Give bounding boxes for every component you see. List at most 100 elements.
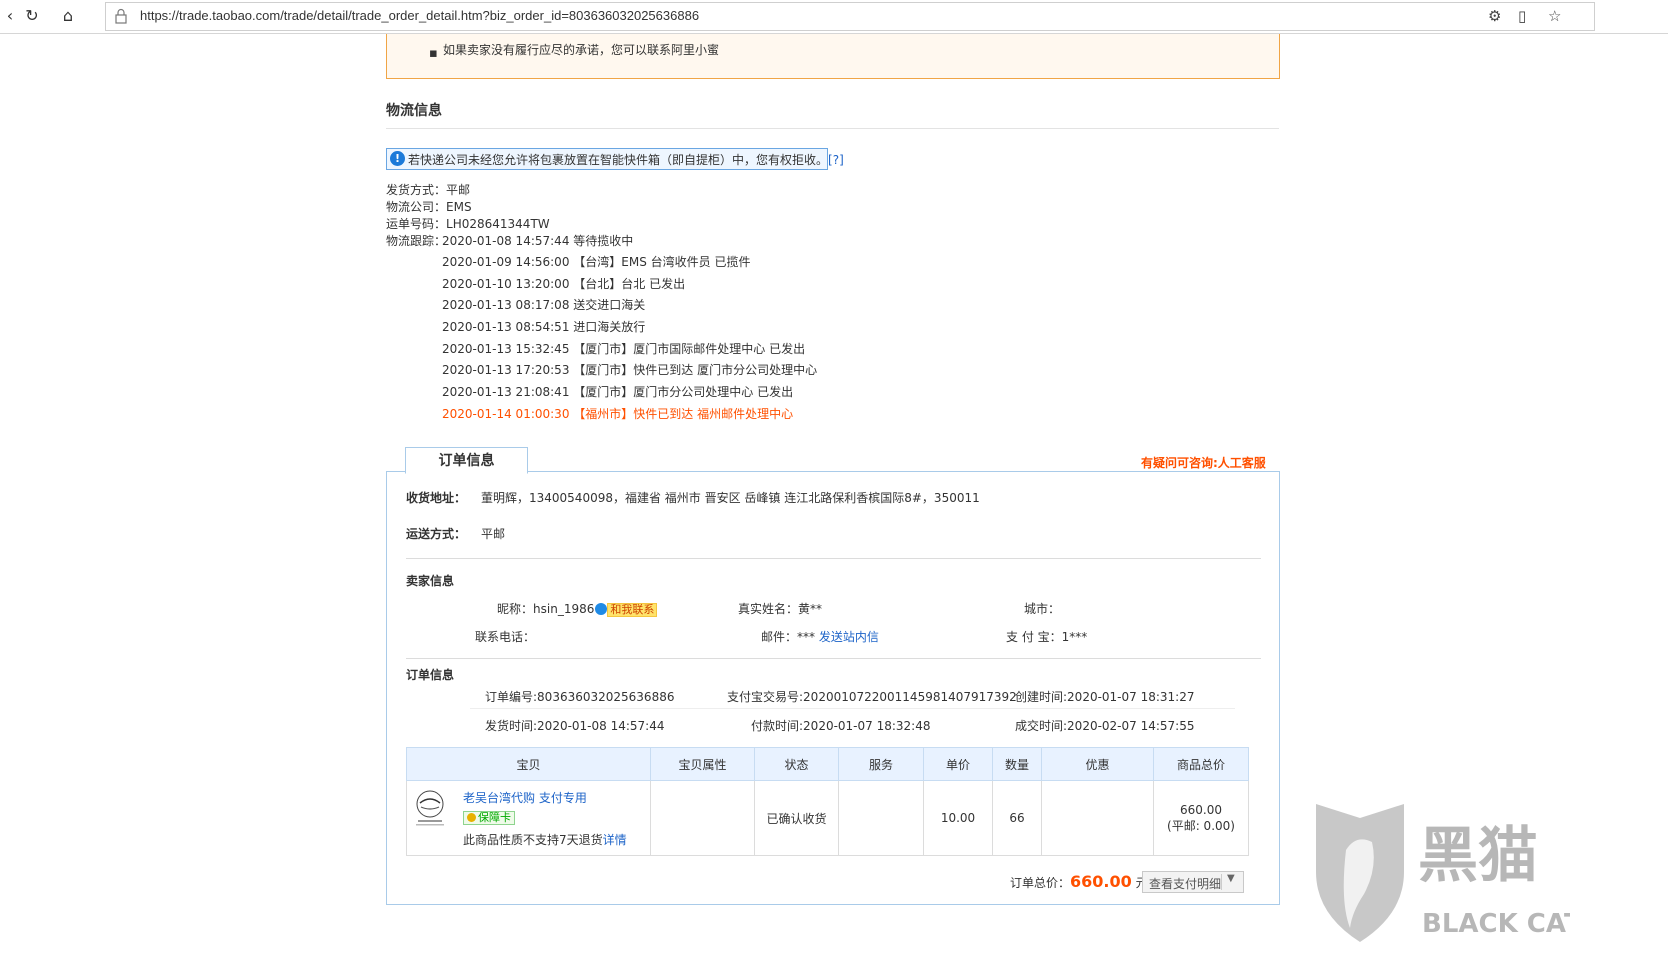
total-label: 订单总价： bbox=[1010, 876, 1071, 890]
page-content: ▪ 如果卖家没有履行应尽的承诺，您可以联系阿里小蜜 物流信息 ! 若快递公司未经… bbox=[0, 34, 1668, 971]
company-value: EMS bbox=[446, 200, 472, 214]
seller-mail: 邮件：*** 发送站内信 bbox=[761, 628, 879, 645]
wangwang-icon[interactable] bbox=[595, 603, 608, 615]
seller-alipay: 支 付 宝：1*** bbox=[1006, 628, 1087, 645]
return-policy-details-link[interactable]: 详情 bbox=[603, 833, 627, 847]
created-time: 创建时间:2020-01-07 18:31:27 bbox=[1015, 690, 1195, 704]
table-row: 老吴台湾代购 支付专用 保障卡 此商品性质不支持7天退货详情 已确认收货 10.… bbox=[406, 780, 1249, 856]
trace-item: 2020-01-10 13:20:00 【台北】台北 已发出 bbox=[442, 277, 686, 291]
col-discount: 优惠 bbox=[1041, 747, 1154, 781]
nick-value: hsin_1986 bbox=[533, 602, 595, 616]
item-name-link[interactable]: 老吴台湾代购 支付专用 bbox=[463, 789, 587, 806]
url-text[interactable]: https://trade.taobao.com/trade/detail/tr… bbox=[140, 8, 699, 23]
badge-label: 保障卡 bbox=[478, 811, 511, 824]
col-total: 商品总价 bbox=[1153, 747, 1249, 781]
trace-label: 物流跟踪： bbox=[386, 234, 447, 248]
dropdown-separator bbox=[1221, 874, 1222, 890]
trace-item: 2020-01-13 08:54:51 进口海关放行 bbox=[442, 320, 646, 334]
company-label: 物流公司： bbox=[386, 200, 447, 214]
address-value: 董明辉，13400540098，福建省 福州市 晋安区 岳峰镇 连江北路保利香槟… bbox=[481, 491, 980, 505]
payment-detail-dropdown[interactable]: 查看支付明细 ▼ bbox=[1142, 871, 1244, 893]
alipay-value: 1*** bbox=[1061, 630, 1088, 644]
col-price: 单价 bbox=[923, 747, 993, 781]
item-total: 660.00 bbox=[1180, 802, 1222, 817]
section-divider bbox=[386, 128, 1279, 129]
contact-me-button[interactable]: 和我联系 bbox=[607, 603, 658, 617]
realname-value: 黄** bbox=[798, 602, 823, 616]
return-policy-text: 此商品性质不支持7天退货 bbox=[463, 833, 603, 847]
item-attr bbox=[650, 780, 755, 856]
return-policy-note: 此商品性质不支持7天退货详情 bbox=[463, 831, 627, 848]
black-cat-watermark: 黑猫 BLACK CAT bbox=[1316, 804, 1570, 942]
back-icon[interactable]: ‹ bbox=[0, 6, 20, 26]
notice-text: 如果卖家没有履行应尽的承诺，您可以联系阿里小蜜 bbox=[443, 43, 720, 57]
guarantee-icon bbox=[467, 813, 476, 822]
ship-method-row: 发货方式：平邮 bbox=[386, 181, 470, 198]
seller-info-title: 卖家信息 bbox=[406, 574, 455, 588]
extension-icon[interactable]: ⚙ bbox=[1488, 7, 1501, 25]
col-item: 宝贝 bbox=[406, 747, 651, 781]
guarantee-badge[interactable]: 保障卡 bbox=[463, 811, 515, 825]
item-shipping-note: (平邮: 0.00) bbox=[1167, 818, 1235, 833]
realname-label: 真实姓名： bbox=[738, 602, 799, 616]
tip-text: 若快递公司未经您允许将包裹放置在智能快件箱（即自提柜）中，您有权拒收。 bbox=[408, 153, 829, 167]
goods-table: 宝贝 宝贝属性 状态 服务 单价 数量 优惠 商品总价 老吴台湾代购 支付专用 … bbox=[406, 747, 1249, 856]
seller-phone: 联系电话： bbox=[475, 628, 535, 645]
tracking-number-value: LH028641344TW bbox=[446, 217, 550, 231]
ship-time: 发货时间:2020-01-08 14:57:44 bbox=[485, 719, 665, 733]
refresh-icon[interactable]: ↻ bbox=[22, 6, 42, 26]
bullet-icon: ▪ bbox=[429, 46, 438, 61]
item-total-cell: 660.00 (平邮: 0.00) bbox=[1153, 780, 1249, 856]
close-time: 成交时间:2020-02-07 14:57:55 bbox=[1015, 719, 1195, 733]
order-number: 订单编号:803636032025636886 bbox=[485, 690, 675, 704]
tip-help-link[interactable]: [?] bbox=[828, 153, 844, 167]
item-service bbox=[838, 780, 924, 856]
favorite-star-icon[interactable]: ☆ bbox=[1548, 7, 1561, 25]
info-icon: ! bbox=[390, 151, 405, 166]
item-thumbnail[interactable] bbox=[413, 789, 447, 829]
trace-item: 2020-01-09 14:56:00 【台湾】EMS 台湾收件员 已揽件 bbox=[442, 255, 751, 269]
item-qty: 66 bbox=[992, 780, 1042, 856]
order-info-title: 订单信息 bbox=[406, 668, 455, 682]
ship-method-value: 平邮 bbox=[446, 183, 471, 197]
lock-icon bbox=[115, 8, 127, 24]
pay-time: 付款时间:2020-01-07 18:32:48 bbox=[751, 719, 931, 733]
logistics-title: 物流信息 bbox=[386, 103, 442, 119]
home-icon[interactable]: ⌂ bbox=[58, 6, 78, 26]
browser-toolbar: ‹ ↻ ⌂ https://trade.taobao.com/trade/det… bbox=[0, 0, 1668, 34]
nick-label: 昵称： bbox=[497, 602, 534, 616]
address-bar[interactable]: https://trade.taobao.com/trade/detail/tr… bbox=[105, 2, 1595, 31]
item-price: 10.00 bbox=[923, 780, 993, 856]
locker-tip: ! 若快递公司未经您允许将包裹放置在智能快件箱（即自提柜）中，您有权拒收。[?] bbox=[386, 148, 844, 170]
item-cell: 老吴台湾代购 支付专用 保障卡 此商品性质不支持7天退货详情 bbox=[406, 780, 651, 856]
city-label: 城市： bbox=[1024, 602, 1061, 616]
alipay-label: 支 付 宝： bbox=[1006, 630, 1062, 644]
address-label: 收货地址： bbox=[406, 491, 467, 505]
seller-nick: 昵称：hsin_1986 和我联系 bbox=[497, 600, 658, 617]
tracking-number-label: 运单号码： bbox=[386, 217, 447, 231]
divider bbox=[406, 658, 1261, 659]
item-status: 已确认收货 bbox=[754, 780, 839, 856]
col-service: 服务 bbox=[838, 747, 924, 781]
reader-mode-icon[interactable]: ▯ bbox=[1518, 7, 1526, 25]
company-row: 物流公司：EMS bbox=[386, 198, 472, 215]
col-status: 状态 bbox=[754, 747, 839, 781]
shipping-value: 平邮 bbox=[481, 527, 506, 541]
col-attr: 宝贝属性 bbox=[650, 747, 755, 781]
trace-item: 2020-01-13 08:17:08 送交进口海关 bbox=[442, 298, 646, 312]
trace-item: 2020-01-08 14:57:44 等待揽收中 bbox=[442, 234, 634, 248]
trace-item-latest: 2020-01-14 01:00:30 【福州市】快件已到达 福州邮件处理中心 bbox=[442, 407, 794, 421]
shipping-label: 运送方式： bbox=[406, 527, 467, 541]
customer-service-link[interactable]: 有疑问可咨询:人工客服 bbox=[1141, 454, 1266, 471]
tab-order-info[interactable]: 订单信息 bbox=[405, 447, 528, 474]
trace-item: 2020-01-13 17:20:53 【厦门市】快件已到达 厦门市分公司处理中… bbox=[442, 363, 818, 377]
watermark-en: BLACK CAT bbox=[1422, 909, 1570, 939]
ship-method-label: 发货方式： bbox=[386, 183, 447, 197]
trace-item: 2020-01-13 15:32:45 【厦门市】厦门市国际邮件处理中心 已发出 bbox=[442, 342, 806, 356]
alipay-trade-number: 支付宝交易号:2020010722001145981407917392 bbox=[727, 690, 1017, 704]
phone-label: 联系电话： bbox=[475, 630, 536, 644]
seller-promise-notice: ▪ 如果卖家没有履行应尽的承诺，您可以联系阿里小蜜 bbox=[386, 34, 1280, 79]
divider bbox=[406, 558, 1261, 559]
item-discount bbox=[1041, 780, 1154, 856]
send-message-link[interactable]: 发送站内信 bbox=[819, 630, 879, 644]
